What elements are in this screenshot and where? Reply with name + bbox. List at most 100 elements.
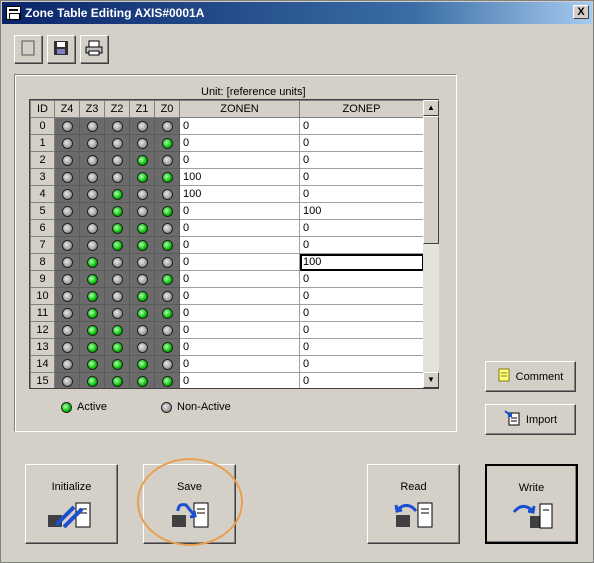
zone-bit-cell — [54, 219, 80, 237]
zonen-cell[interactable]: 0 — [179, 117, 300, 135]
zonen-cell[interactable]: 0 — [179, 355, 300, 373]
inactive-led-icon — [136, 324, 148, 336]
inactive-led-icon — [86, 239, 98, 251]
zone-bit-cell — [54, 117, 80, 135]
zonen-cell[interactable]: 0 — [179, 372, 300, 388]
active-led-icon — [86, 324, 98, 336]
table-row[interactable]: 3 100 0 — [30, 168, 424, 186]
row-id: 5 — [30, 202, 55, 220]
active-led-icon — [161, 341, 173, 353]
table-row[interactable]: 000 — [30, 117, 424, 135]
table-row[interactable]: 1 00 — [30, 134, 424, 152]
inactive-led-icon — [61, 171, 73, 183]
column-header-id: ID — [30, 100, 55, 118]
table-row[interactable]: 10 0 0 — [30, 287, 424, 305]
inactive-led-icon — [111, 137, 123, 149]
zonen-cell[interactable]: 0 — [179, 287, 300, 305]
save-toolbar-button[interactable] — [47, 35, 75, 63]
table-row[interactable]: 14 0 0 — [30, 355, 424, 373]
scroll-down-button[interactable]: ▼ — [423, 372, 439, 388]
inactive-led-icon — [136, 205, 148, 217]
table-row[interactable]: 15 0 0 — [30, 372, 424, 388]
zonep-cell[interactable]: 100 — [299, 202, 424, 220]
table-scrollbar[interactable]: ▲ ▼ — [423, 100, 439, 388]
zonep-cell[interactable]: 0 — [299, 185, 424, 203]
table-row[interactable]: 5 0 100 — [30, 202, 424, 220]
new-button[interactable] — [14, 35, 42, 63]
table-row[interactable]: 2 00 — [30, 151, 424, 169]
zonep-cell[interactable]: 0 — [299, 372, 424, 388]
zonen-cell[interactable]: 100 — [179, 185, 300, 203]
zonep-cell[interactable]: 0 — [299, 151, 424, 169]
zonen-cell[interactable]: 0 — [179, 304, 300, 322]
zone-bit-cell — [154, 304, 180, 322]
import-button[interactable]: Import — [485, 404, 576, 435]
scroll-thumb[interactable] — [423, 116, 439, 244]
zonen-cell[interactable]: 0 — [179, 338, 300, 356]
table-row[interactable]: 6 00 — [30, 219, 424, 237]
inactive-led-icon — [111, 154, 123, 166]
zonen-cell[interactable]: 0 — [179, 151, 300, 169]
zonen-cell[interactable]: 0 — [179, 321, 300, 339]
table-row[interactable]: 11 0 0 — [30, 304, 424, 322]
zonen-cell[interactable]: 0 — [179, 253, 300, 271]
zonen-cell[interactable]: 0 — [179, 202, 300, 220]
active-led-icon — [111, 341, 123, 353]
inactive-led-icon — [86, 137, 98, 149]
write-button[interactable]: Write — [485, 464, 578, 544]
table-row[interactable]: 13 0 0 — [30, 338, 424, 356]
zonen-cell[interactable]: 0 — [179, 236, 300, 254]
zonep-cell[interactable]: 0 — [299, 304, 424, 322]
zonep-cell[interactable]: 0 — [299, 338, 424, 356]
active-led-icon — [161, 273, 173, 285]
read-button[interactable]: Read — [367, 464, 460, 544]
row-id: 3 — [30, 168, 55, 186]
zonep-cell[interactable]: 0 — [299, 270, 424, 288]
close-button[interactable]: X — [573, 5, 589, 19]
zone-bit-cell — [54, 287, 80, 305]
inactive-led-icon — [161, 358, 173, 370]
zone-bit-cell — [54, 304, 80, 322]
zonen-cell[interactable]: 0 — [179, 134, 300, 152]
inactive-led-icon — [61, 324, 73, 336]
initialize-button[interactable]: Initialize — [25, 464, 118, 544]
zonep-cell[interactable]: 0 — [299, 117, 424, 135]
zonen-cell[interactable]: 100 — [179, 168, 300, 186]
zone-bit-cell — [129, 304, 155, 322]
table-row[interactable]: 4 100 0 — [30, 185, 424, 203]
zonep-cell[interactable]: 0 — [299, 287, 424, 305]
table-row[interactable]: 7 00 — [30, 236, 424, 254]
table-row[interactable]: 8 0 100 — [30, 253, 424, 271]
table-row[interactable]: 9 00 — [30, 270, 424, 288]
save-button[interactable]: Save — [143, 464, 236, 544]
zonen-cell[interactable]: 0 — [179, 219, 300, 237]
print-button[interactable] — [80, 35, 108, 63]
scroll-up-button[interactable]: ▲ — [423, 100, 439, 116]
zone-bit-cell — [79, 202, 105, 220]
zone-bit-cell — [154, 236, 180, 254]
inactive-led-icon — [61, 341, 73, 353]
zone-table[interactable]: ID Z4 Z3 Z2 Z1 Z0 ZONEN ZONEP 0 0 0 1 0 0 2 0 0 3 100 0 4 10… — [29, 99, 439, 389]
active-led-icon — [86, 358, 98, 370]
zone-bit-cell — [104, 185, 130, 203]
zone-bit-cell — [79, 372, 105, 388]
zonen-cell[interactable]: 0 — [179, 270, 300, 288]
zonep-cell[interactable]: 0 — [299, 219, 424, 237]
zonep-cell[interactable]: 0 — [299, 321, 424, 339]
inactive-led-icon — [61, 375, 73, 387]
zonep-cell[interactable]: 0 — [299, 355, 424, 373]
zonep-cell[interactable]: 100 — [299, 253, 424, 271]
zone-bit-cell — [54, 168, 80, 186]
row-id: 4 — [30, 185, 55, 203]
zonep-cell[interactable]: 0 — [299, 168, 424, 186]
zone-bit-cell — [54, 236, 80, 254]
zonep-cell[interactable]: 0 — [299, 134, 424, 152]
zone-table-window: Zone Table Editing AXIS#0001A X Unit: [r… — [0, 0, 594, 563]
active-led-icon — [86, 273, 98, 285]
table-row[interactable]: 12 0 0 — [30, 321, 424, 339]
zonep-cell[interactable]: 0 — [299, 236, 424, 254]
zone-bit-cell — [79, 185, 105, 203]
zone-bit-cell — [129, 134, 155, 152]
zone-bit-cell — [129, 321, 155, 339]
comment-button[interactable]: Comment — [485, 361, 576, 392]
